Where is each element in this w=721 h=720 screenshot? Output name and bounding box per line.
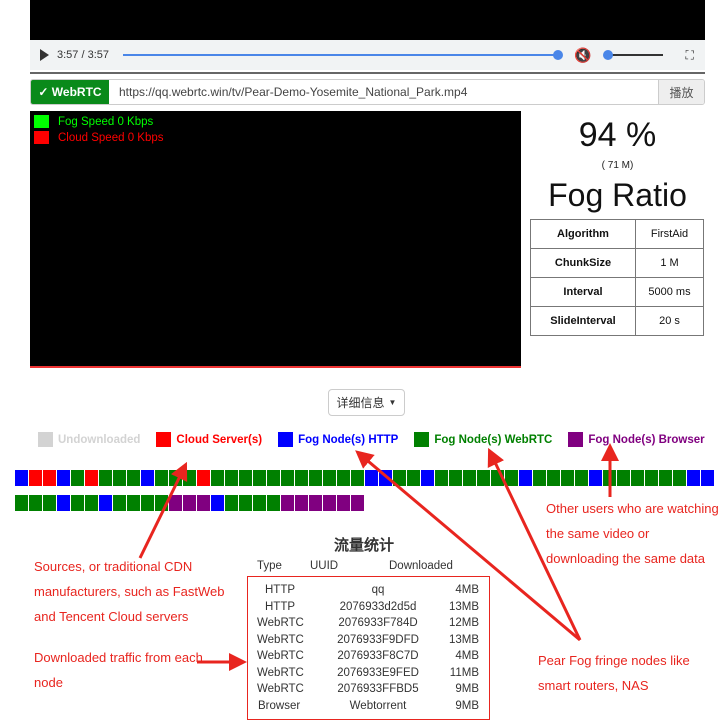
arrow-to-http (355, 450, 581, 642)
arrow-to-webrtc (487, 447, 582, 641)
arrow-to-cloud (138, 461, 188, 559)
annotation-arrows (138, 443, 619, 671)
